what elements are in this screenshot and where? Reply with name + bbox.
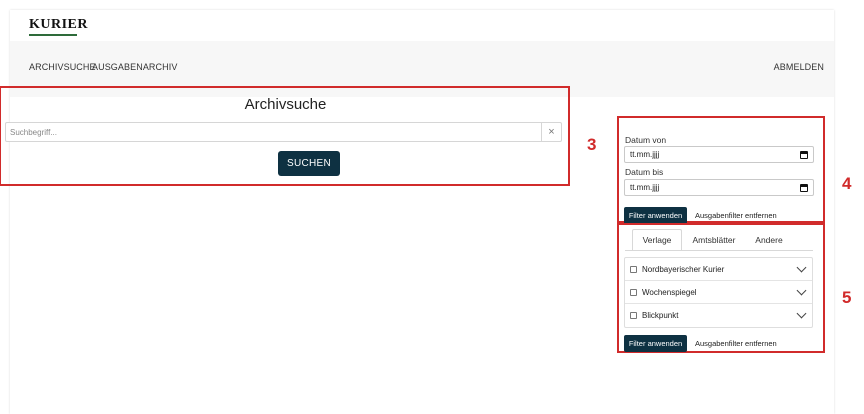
date-apply-filter-button[interactable]: Filter anwenden	[624, 207, 687, 224]
date-clear-filter-link[interactable]: Ausgabenfilter entfernen	[695, 211, 777, 220]
date-from-input[interactable]: tt.mm.jjjj	[624, 146, 814, 163]
annotation-label-4: 4	[842, 174, 852, 193]
annotation-label-3: 3	[587, 135, 597, 154]
logo-underline	[29, 34, 77, 36]
publisher-label: Wochenspiegel	[642, 287, 697, 297]
tab-andere[interactable]: Andere	[748, 229, 790, 250]
date-to-input[interactable]: tt.mm.jjjj	[624, 179, 814, 196]
publication-apply-filter-button[interactable]: Filter anwenden	[624, 335, 687, 352]
checkbox[interactable]	[630, 312, 637, 319]
date-to-label: Datum bis	[625, 167, 664, 177]
publisher-item[interactable]: Nordbayerischer Kurier	[625, 258, 812, 281]
tab-amtsblaetter[interactable]: Amtsblätter	[684, 229, 744, 250]
logout-link[interactable]: ABMELDEN	[774, 62, 824, 72]
date-from-value: tt.mm.jjjj	[630, 150, 660, 159]
chevron-down-icon[interactable]	[796, 262, 807, 273]
publisher-list: Nordbayerischer Kurier Wochenspiegel Bli…	[624, 257, 813, 328]
publisher-item[interactable]: Blickpunkt	[625, 304, 812, 327]
annotation-label-5: 5	[842, 288, 852, 307]
date-to-value: tt.mm.jjjj	[630, 183, 660, 192]
search-button[interactable]: SUCHEN	[278, 151, 340, 176]
tab-verlage[interactable]: Verlage	[632, 229, 682, 250]
date-from-label: Datum von	[625, 135, 667, 145]
publisher-label: Nordbayerischer Kurier	[642, 264, 725, 274]
calendar-icon[interactable]	[800, 184, 808, 192]
publication-clear-filter-link[interactable]: Ausgabenfilter entfernen	[695, 339, 777, 348]
brand-bar	[10, 10, 834, 41]
chevron-down-icon[interactable]	[796, 285, 807, 296]
publisher-item[interactable]: Wochenspiegel	[625, 281, 812, 304]
publisher-label: Blickpunkt	[642, 311, 679, 320]
search-input[interactable]	[6, 123, 542, 141]
nav-archivsuche[interactable]: ARCHIVSUCHE	[29, 62, 96, 72]
clear-icon[interactable]: ×	[541, 123, 561, 141]
tab-divider	[625, 250, 813, 251]
checkbox[interactable]	[630, 265, 637, 273]
logo[interactable]: KURIER	[29, 17, 88, 33]
checkbox[interactable]	[630, 288, 637, 296]
calendar-icon[interactable]	[800, 151, 808, 159]
search-field: ×	[5, 122, 562, 142]
search-title: Archivsuche	[244, 96, 327, 113]
nav-ausgabenarchiv[interactable]: AUSGABENARCHIV	[92, 62, 177, 72]
chevron-down-icon[interactable]	[796, 308, 807, 319]
